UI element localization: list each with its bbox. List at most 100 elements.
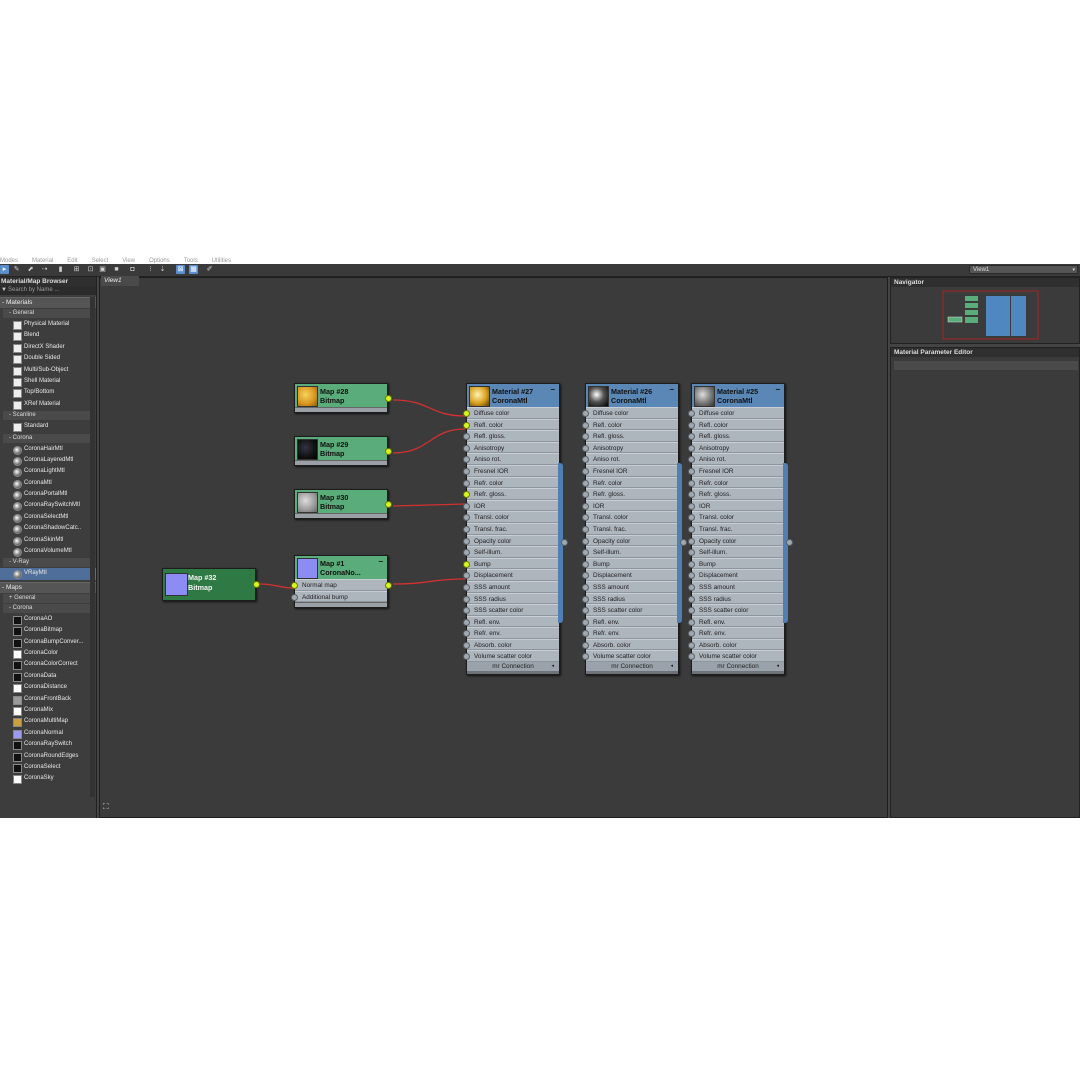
input-port[interactable] bbox=[463, 479, 470, 487]
browser-item[interactable]: CoronaData bbox=[0, 671, 96, 682]
output-port[interactable] bbox=[385, 448, 392, 455]
slot-refr-env[interactable]: Refr. env. bbox=[582, 627, 678, 639]
input-port[interactable] bbox=[463, 456, 470, 464]
browser-item[interactable]: CoronaSky bbox=[0, 773, 96, 785]
node-material-25[interactable]: Material #25 CoronaMtl − Diffuse color Re… bbox=[688, 383, 785, 676]
lock-icon[interactable]: ✐ bbox=[205, 265, 214, 274]
slot-fresnel-ior[interactable]: Fresnel IOR bbox=[582, 464, 678, 477]
slot-displacement[interactable]: Displacement bbox=[688, 569, 784, 581]
slot-fresnel-ior[interactable]: Fresnel IOR bbox=[688, 464, 784, 477]
input-port[interactable] bbox=[688, 410, 695, 417]
slot-refr-color[interactable]: Refr. color bbox=[463, 476, 559, 489]
browser-scrollbar[interactable] bbox=[90, 297, 95, 797]
input-port[interactable] bbox=[688, 653, 695, 661]
node-map32[interactable]: Map #32 Bitmap bbox=[162, 568, 260, 601]
slot-diffuse-color[interactable]: Diffuse color bbox=[582, 407, 678, 419]
input-port[interactable] bbox=[582, 444, 589, 452]
slot-additional-bump[interactable]: Additional bump bbox=[291, 590, 387, 603]
slot-transl-color[interactable]: Transl. color bbox=[463, 511, 559, 523]
browser-item[interactable]: CoronaLayeredMtl bbox=[0, 455, 96, 466]
parent-icon[interactable]: ⁝ bbox=[146, 265, 155, 274]
node-map1[interactable]: Map #1 CoronaNo... − Normal map Addition… bbox=[291, 555, 392, 609]
browser-item[interactable]: CoronaShadowCatc.. bbox=[0, 523, 96, 535]
input-port[interactable] bbox=[582, 653, 589, 661]
slot-absorb-color[interactable]: Absorb. color bbox=[463, 638, 559, 651]
slot-transl-frac[interactable]: Transl. frac. bbox=[463, 522, 559, 535]
mr-connection[interactable]: mr Connection ◂ bbox=[692, 662, 784, 672]
minimize-icon[interactable]: − bbox=[378, 557, 383, 566]
minimize-icon[interactable]: − bbox=[550, 385, 555, 394]
input-port[interactable] bbox=[463, 433, 470, 441]
input-port[interactable] bbox=[688, 525, 695, 533]
input-port[interactable] bbox=[463, 572, 470, 580]
slot-opacity-color[interactable]: Opacity color bbox=[688, 534, 784, 547]
input-port[interactable] bbox=[582, 491, 589, 499]
slot-sss-radius[interactable]: SSS radius bbox=[463, 592, 559, 605]
browser-item[interactable]: CoronaFrontBack bbox=[0, 694, 96, 705]
child-icon[interactable]: ⇣ bbox=[158, 265, 167, 274]
slot-transl-color[interactable]: Transl. color bbox=[582, 511, 678, 523]
browser-item[interactable]: CoronaMix bbox=[0, 705, 96, 716]
browser-item[interactable]: CoronaMtl bbox=[0, 478, 96, 489]
search-input[interactable]: ▼ Search by Name ... bbox=[0, 286, 96, 295]
slot-aniso-rot[interactable]: Aniso rot. bbox=[688, 453, 784, 465]
slot-refl-env[interactable]: Refl. env. bbox=[463, 615, 559, 628]
input-port[interactable] bbox=[291, 593, 298, 601]
mr-connection[interactable]: mr Connection ◂ bbox=[467, 662, 559, 672]
slot-absorb-color[interactable]: Absorb. color bbox=[582, 638, 678, 651]
browser-item[interactable]: CoronaSkinMtl bbox=[0, 535, 96, 546]
select-icon[interactable]: ▸ bbox=[0, 265, 9, 274]
slot-sss-scatter-color[interactable]: SSS scatter color bbox=[463, 604, 559, 616]
input-port[interactable] bbox=[582, 641, 589, 649]
param-editor-bar[interactable] bbox=[894, 361, 1078, 370]
input-port[interactable] bbox=[582, 410, 589, 417]
input-port[interactable] bbox=[582, 456, 589, 464]
assign-icon[interactable]: ⇢ bbox=[40, 265, 49, 274]
output-port[interactable] bbox=[385, 501, 392, 508]
browser-item[interactable]: CoronaRoundEdges bbox=[0, 751, 96, 762]
input-port[interactable] bbox=[688, 630, 695, 638]
material-25-output-port[interactable] bbox=[786, 539, 793, 546]
slot-refl-env[interactable]: Refl. env. bbox=[688, 615, 784, 628]
slot-refl-env[interactable]: Refl. env. bbox=[582, 615, 678, 628]
slot-transl-frac[interactable]: Transl. frac. bbox=[688, 522, 784, 535]
input-port[interactable] bbox=[582, 525, 589, 533]
input-port[interactable] bbox=[582, 560, 589, 568]
input-port[interactable] bbox=[688, 491, 695, 499]
nav-icon[interactable]: ▦ bbox=[189, 265, 198, 274]
node-map30[interactable]: Map #30 Bitmap bbox=[294, 489, 392, 519]
browser-item[interactable]: CoronaSelectMtl bbox=[0, 512, 96, 523]
corona-header[interactable]: - Corona bbox=[3, 433, 93, 443]
slot-refr-color[interactable]: Refr. color bbox=[688, 476, 784, 489]
browser-item[interactable]: CoronaDistance bbox=[0, 682, 96, 694]
slot-refr-env[interactable]: Refr. env. bbox=[463, 627, 559, 639]
browser-item[interactable]: Shell Material bbox=[0, 376, 96, 387]
slot-sss-scatter-color[interactable]: SSS scatter color bbox=[582, 604, 678, 616]
input-port[interactable] bbox=[463, 653, 470, 661]
slot-anisotropy[interactable]: Anisotropy bbox=[582, 441, 678, 454]
navigator-minimap[interactable] bbox=[891, 287, 1080, 345]
input-port[interactable] bbox=[688, 583, 695, 591]
slot-refr-gloss[interactable]: Refr. gloss. bbox=[688, 488, 784, 500]
slot-displacement[interactable]: Displacement bbox=[463, 569, 559, 581]
browser-item[interactable]: CoronaVolumeMtl bbox=[0, 546, 96, 558]
output-port[interactable] bbox=[385, 395, 392, 402]
show-map-icon[interactable]: ◘ bbox=[128, 265, 137, 274]
input-port[interactable] bbox=[582, 583, 589, 591]
browser-item[interactable]: Multi/Sub-Object bbox=[0, 365, 96, 376]
general-header[interactable]: - General bbox=[3, 309, 93, 318]
input-port[interactable] bbox=[463, 502, 470, 510]
slot-opacity-color[interactable]: Opacity color bbox=[463, 534, 559, 547]
input-port[interactable] bbox=[688, 537, 695, 545]
node-map28[interactable]: Map #28 Bitmap bbox=[294, 383, 392, 413]
zoom-icon[interactable]: ⊠ bbox=[176, 265, 185, 274]
input-port[interactable] bbox=[463, 630, 470, 638]
material-26-output-port[interactable] bbox=[680, 539, 687, 546]
input-port[interactable] bbox=[688, 502, 695, 510]
slot-diffuse-color[interactable]: Diffuse color bbox=[688, 407, 784, 419]
dropdown-icon[interactable]: ▼ bbox=[1, 286, 7, 295]
slot-sss-radius[interactable]: SSS radius bbox=[582, 592, 678, 605]
input-port[interactable] bbox=[463, 607, 470, 615]
slot-bump[interactable]: Bump bbox=[688, 557, 784, 570]
input-port[interactable] bbox=[688, 560, 695, 568]
